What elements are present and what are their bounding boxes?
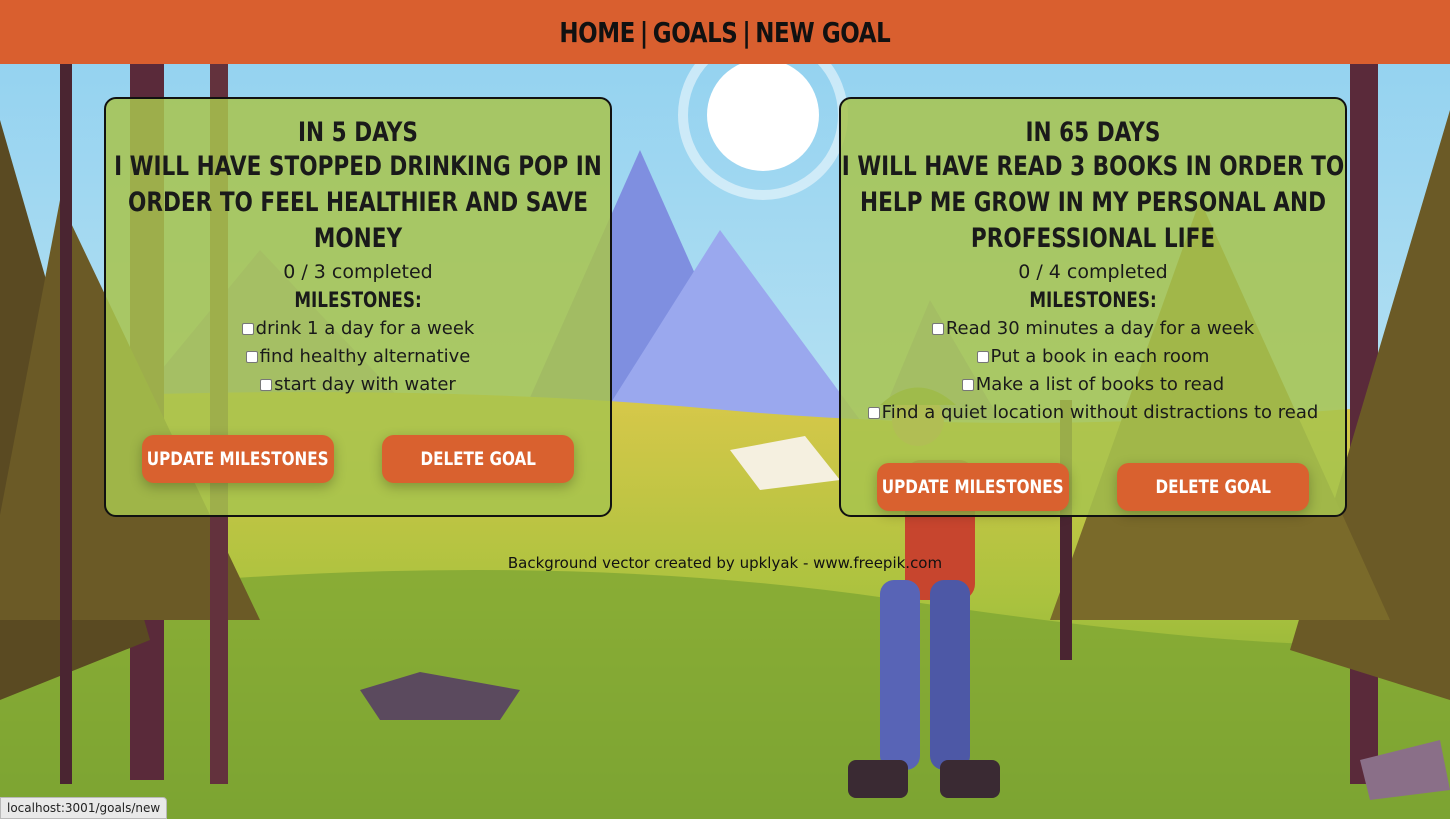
milestone-checkbox[interactable] xyxy=(245,351,258,363)
delete-goal-button[interactable]: DELETE GOAL xyxy=(382,435,574,483)
nav-link-goals[interactable]: GOALS xyxy=(653,16,738,49)
milestone-label: find healthy alternative xyxy=(259,346,471,367)
background-credit: Background vector created by upklyak - w… xyxy=(507,554,943,572)
milestone-item: find healthy alternative xyxy=(106,343,610,371)
nav-separator: | xyxy=(742,15,751,49)
milestone-label: start day with water xyxy=(274,374,456,395)
milestones-title: MILESTONES: xyxy=(1029,288,1157,312)
milestone-checkbox[interactable] xyxy=(867,407,880,419)
milestone-checkbox[interactable] xyxy=(961,379,974,391)
milestone-checkbox[interactable] xyxy=(241,323,254,335)
milestone-checkbox[interactable] xyxy=(260,379,273,391)
milestone-label: Put a book in each room xyxy=(990,346,1210,367)
goal-actions: UPDATE MILESTONES DELETE GOAL xyxy=(841,463,1345,511)
milestone-label: Find a quiet location without distractio… xyxy=(881,402,1319,423)
goal-statement: I WILL HAVE STOPPED DRINKING POP IN ORDE… xyxy=(114,151,602,254)
milestone-item: drink 1 a day for a week xyxy=(106,315,610,343)
milestone-item: Make a list of books to read xyxy=(841,371,1345,399)
main-nav: HOME | GOALS | NEW GOAL xyxy=(559,16,890,49)
milestone-label: Make a list of books to read xyxy=(975,374,1225,395)
delete-goal-label: DELETE GOAL xyxy=(420,448,536,470)
milestone-item: Put a book in each room xyxy=(841,343,1345,371)
goal-progress: 0 / 4 completed xyxy=(1018,261,1168,283)
milestone-checkbox[interactable] xyxy=(931,323,944,335)
goal-actions: UPDATE MILESTONES DELETE GOAL xyxy=(106,435,610,483)
milestones-title: MILESTONES: xyxy=(294,288,422,312)
goal-statement: I WILL HAVE READ 3 BOOKS IN ORDER TO HEL… xyxy=(841,151,1345,254)
milestone-checkbox[interactable] xyxy=(976,351,989,363)
update-milestones-button[interactable]: UPDATE MILESTONES xyxy=(142,435,334,483)
delete-goal-button[interactable]: DELETE GOAL xyxy=(1117,463,1309,511)
milestone-item: start day with water xyxy=(106,371,610,399)
milestone-item: Find a quiet location without distractio… xyxy=(841,399,1345,427)
nav-separator: | xyxy=(640,15,649,49)
nav-link-new-goal[interactable]: NEW GOAL xyxy=(755,16,891,49)
milestone-label: drink 1 a day for a week xyxy=(255,318,475,339)
milestone-label: Read 30 minutes a day for a week xyxy=(945,318,1255,339)
goal-days-label: IN 65 DAYS xyxy=(1025,117,1161,148)
milestone-item: Read 30 minutes a day for a week xyxy=(841,315,1345,343)
goal-card: IN 65 DAYS I WILL HAVE READ 3 BOOKS IN O… xyxy=(839,97,1347,517)
delete-goal-label: DELETE GOAL xyxy=(1155,476,1271,498)
update-milestones-label: UPDATE MILESTONES xyxy=(882,476,1064,498)
goal-progress: 0 / 3 completed xyxy=(283,261,433,283)
goal-days-label: IN 5 DAYS xyxy=(298,117,418,148)
nav-link-home[interactable]: HOME xyxy=(559,16,635,49)
update-milestones-button[interactable]: UPDATE MILESTONES xyxy=(877,463,1069,511)
top-nav-bar: HOME | GOALS | NEW GOAL xyxy=(0,0,1450,64)
status-bar-url: localhost:3001/goals/new xyxy=(0,797,168,819)
update-milestones-label: UPDATE MILESTONES xyxy=(147,448,329,470)
goal-card: IN 5 DAYS I WILL HAVE STOPPED DRINKING P… xyxy=(104,97,612,517)
